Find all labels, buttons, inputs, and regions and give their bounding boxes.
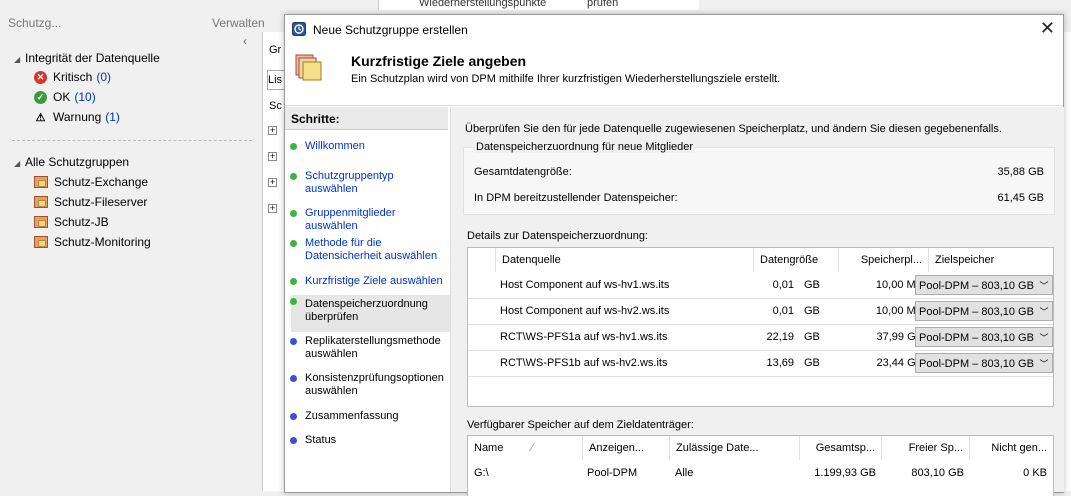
x-icon: ✕ <box>34 70 47 84</box>
left-navigation-pane: ‹ ◢ Integrität der Datenquelle ✕ Kritisch… <box>0 32 262 491</box>
details-table: Datenquelle Datengröße Speicherpl... Zie… <box>467 247 1054 407</box>
avail-col-unused[interactable]: Nicht gen... <box>970 436 1053 460</box>
new-protection-group-dialog: Neue Schutzgruppe erstellen ✕ Kurzfristi… <box>284 14 1064 496</box>
collapse-chevron-icon[interactable]: ‹ <box>243 34 247 48</box>
wizard-content: Überprüfen Sie den für jede Datenquelle … <box>450 107 1064 496</box>
intro-text: Überprüfen Sie den für jede Datenquelle … <box>465 123 1002 135</box>
step-status: Status <box>290 434 443 447</box>
provision-label: In DPM bereitzustellender Datenspeicher: <box>474 192 678 204</box>
step-welcome[interactable]: Willkommen <box>290 140 443 153</box>
step-short-term-goals[interactable]: Kurzfristige Ziele auswählen <box>290 275 443 288</box>
step-consistency-check: Konsistenzprüfungsoptionen auswählen <box>290 372 444 398</box>
available-storage-title: Verfügbarer Speicher auf dem Zieldatentr… <box>467 419 694 431</box>
details-col-target[interactable]: Zielspeicher <box>929 248 1053 272</box>
available-storage-table: Name ⁄ Anzeigen... Zulässige Date... Gesa… <box>467 435 1054 496</box>
page-subheading: Ein Schutzplan wird von DPM mithilfe Ihr… <box>351 73 781 85</box>
details-col-size[interactable]: Datengröße <box>754 248 839 272</box>
avail-col-display[interactable]: Anzeigen... <box>583 436 670 460</box>
allocation-summary-group: Datenspeicherzuordnung für neue Mitglied… <box>463 141 1055 215</box>
protection-group-banner-icon <box>295 54 322 81</box>
avail-col-total[interactable]: Gesamtsp... <box>800 436 882 460</box>
warning-icon: ⚠ <box>35 111 46 124</box>
background-column-strip: Wiederherstellungspunkte prüfen <box>378 0 699 10</box>
page-heading: Kurzfristige Ziele angeben <box>351 53 527 69</box>
chevron-down-icon: ﹀ <box>1036 302 1052 320</box>
health-item-warning[interactable]: ⚠ Warnung (1) <box>34 110 120 124</box>
groups-tree-header[interactable]: ◢ Alle Schutzgruppen <box>14 155 129 169</box>
health-item-critical[interactable]: ✕ Kritisch (0) <box>34 70 111 84</box>
protection-group-icon <box>34 216 48 228</box>
group-title: Datenspeicherzuordnung für neue Mitglied… <box>474 141 696 153</box>
avail-col-allowed[interactable]: Zulässige Date... <box>670 436 800 460</box>
step-summary: Zusammenfassung <box>290 410 443 423</box>
health-item-ok[interactable]: ✓ OK (10) <box>34 90 96 104</box>
table-row[interactable]: RCT\WS-PFS1b auf ws-hv2.ws.its 13,69 GB … <box>468 350 1053 377</box>
step-group-members[interactable]: Gruppenmitglieder auswählen <box>290 207 443 233</box>
protection-group-icon <box>34 176 48 188</box>
dpm-app-icon <box>292 22 306 36</box>
target-storage-select[interactable]: Pool-DPM – 803,10 GB ﹀ <box>915 275 1053 295</box>
step-group-type[interactable]: Schutzgruppentyp auswählen <box>290 170 443 196</box>
details-col-spacer <box>468 248 496 272</box>
table-row[interactable]: Host Component auf ws-hv2.ws.its 0,01 GB… <box>468 298 1053 325</box>
table-row[interactable]: RCT\WS-PFS1a auf ws-hv1.ws.its 22,19 GB … <box>468 324 1053 351</box>
avail-col-free[interactable]: Freier Sp... <box>882 436 970 460</box>
health-tree-header[interactable]: ◢ Integrität der Datenquelle <box>14 51 160 65</box>
mid-fragment-3: Sc <box>269 100 282 112</box>
wizard-steps-pane: Schritte: Willkommen Schutzgruppentyp au… <box>285 107 457 492</box>
table-row[interactable]: G:\ Pool-DPM Alle 1.199,93 GB 803,10 GB … <box>468 460 1053 486</box>
expand-triangle-icon[interactable]: ◢ <box>14 159 20 168</box>
group-item-monitoring[interactable]: Schutz-Monitoring <box>34 235 151 249</box>
wizard-banner: Kurzfristige Ziele angeben Ein Schutzpla… <box>285 44 1063 106</box>
mid-fragment-1: Gr <box>269 44 282 56</box>
target-storage-select[interactable]: Pool-DPM – 803,10 GB ﹀ <box>915 353 1053 373</box>
sort-indicator-icon: ⁄ <box>531 442 534 454</box>
expand-triangle-icon[interactable]: ◢ <box>14 55 20 64</box>
group-item-jb[interactable]: Schutz-JB <box>34 215 109 229</box>
step-storage-allocation: Datenspeicherzuordnung überprüfen <box>290 295 457 332</box>
chevron-down-icon: ﹀ <box>1036 328 1052 346</box>
chevron-down-icon: ﹀ <box>1036 354 1052 372</box>
avail-col-name[interactable]: Name ⁄ <box>468 436 583 460</box>
protection-group-icon <box>34 236 48 248</box>
details-col-space[interactable]: Speicherpl... <box>839 248 929 272</box>
expand-plus-icon[interactable]: + <box>268 204 277 213</box>
table-row[interactable]: Host Component auf ws-hv1.ws.its 0,01 GB… <box>468 272 1053 299</box>
group-item-fileserver[interactable]: Schutz-Fileserver <box>34 195 147 209</box>
group-item-exchange[interactable]: Schutz-Exchange <box>34 175 148 189</box>
details-col-source[interactable]: Datenquelle <box>496 248 754 272</box>
dialog-title: Neue Schutzgruppe erstellen <box>313 23 468 37</box>
step-data-protection-method[interactable]: Methode für die Datensicherheit auswähle… <box>290 237 443 263</box>
total-size-value: 35,88 GB <box>997 166 1044 178</box>
protection-group-icon <box>34 196 48 208</box>
details-title: Details zur Datenspeicherzuordnung: <box>467 230 648 242</box>
provision-value: 61,45 GB <box>997 192 1044 204</box>
close-icon[interactable]: ✕ <box>1040 18 1055 39</box>
target-storage-select[interactable]: Pool-DPM – 803,10 GB ﹀ <box>915 301 1053 321</box>
background-mid-pane: Gr Lis Sc + + + + <box>262 32 287 491</box>
dialog-titlebar[interactable]: Neue Schutzgruppe erstellen ✕ <box>285 15 1063 44</box>
chevron-down-icon: ﹀ <box>1036 276 1052 294</box>
strip-label-1: Wiederherstellungspunkte <box>419 0 547 9</box>
step-replica-creation: Replikaterstellungsmethode auswählen <box>290 335 443 361</box>
expand-plus-icon[interactable]: + <box>268 152 277 161</box>
total-size-label: Gesamtdatengröße: <box>474 166 572 178</box>
expand-plus-icon[interactable]: + <box>268 126 277 135</box>
check-icon: ✓ <box>34 90 47 104</box>
expand-plus-icon[interactable]: + <box>268 178 277 187</box>
steps-header: Schritte: <box>285 107 448 130</box>
target-storage-select[interactable]: Pool-DPM – 803,10 GB ﹀ <box>915 327 1053 347</box>
tree-separator <box>12 140 252 141</box>
strip-label-2: prüfen <box>587 0 619 9</box>
